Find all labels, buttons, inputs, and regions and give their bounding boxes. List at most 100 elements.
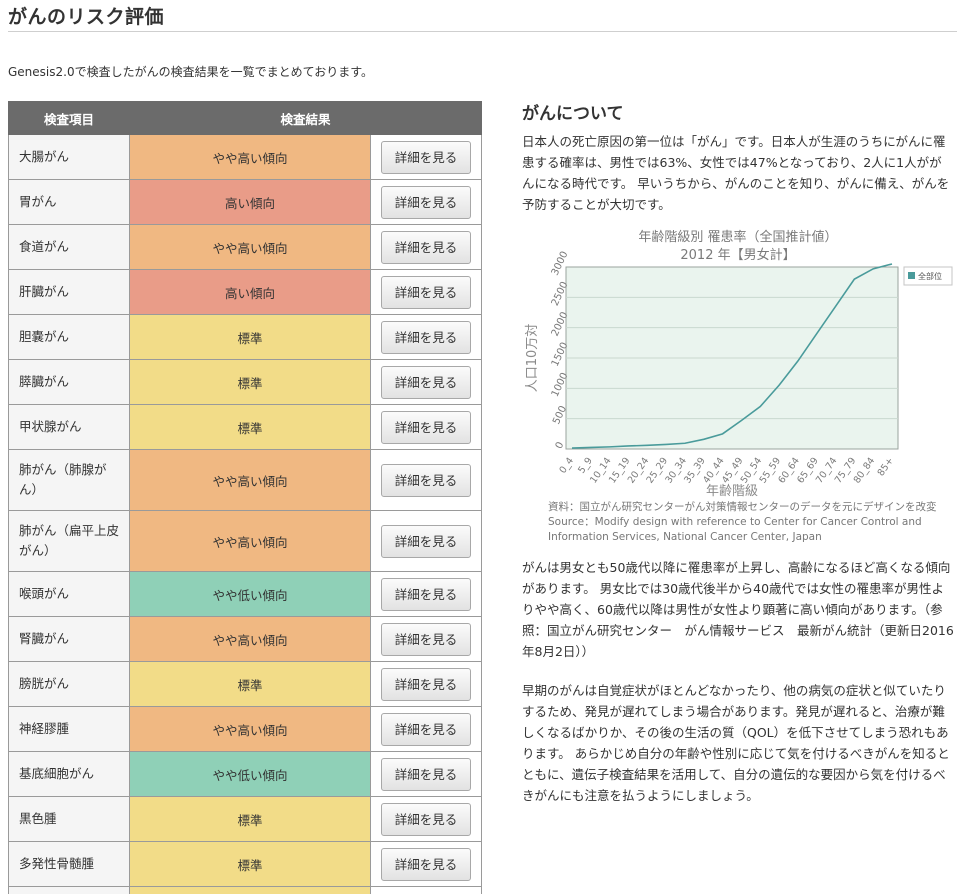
row-result: やや高い傾向	[129, 616, 371, 662]
view-details-button[interactable]: 詳細を見る	[381, 802, 471, 836]
row-item-name	[8, 886, 130, 894]
legend-swatch	[908, 272, 915, 279]
row-item-name: 甲状腺がん	[8, 404, 130, 450]
row-item-name: 食道がん	[8, 224, 130, 270]
table-row: 黒色腫 標準 詳細を見る	[8, 796, 482, 842]
table-row: 膀胱がん 標準 詳細を見る	[8, 661, 482, 707]
view-details-button[interactable]: 詳細を見る	[381, 667, 471, 701]
row-result: やや高い傾向	[129, 134, 371, 180]
table-row: 肺がん（扁平上皮がん） やや高い傾向 詳細を見る	[8, 510, 482, 572]
row-result: 標準	[129, 661, 371, 707]
view-details-button[interactable]: 詳細を見る	[381, 185, 471, 219]
about-paragraph-2: がんは男女とも50歳代以降に罹患率が上昇し、高齢になるほど高くなる傾向があります…	[522, 560, 954, 659]
row-item-name: 肺がん（扁平上皮がん）	[8, 510, 130, 572]
table-row: 神経膠腫 やや高い傾向 詳細を見る	[8, 706, 482, 752]
row-action: 詳細を見る	[370, 841, 482, 887]
row-action: 詳細を見る	[370, 134, 482, 180]
row-action: 詳細を見る	[370, 224, 482, 270]
results-body: 大腸がん やや高い傾向 詳細を見る 胃がん 高い傾向 詳細を見る 食道がん やや高い傾向 詳細を…	[8, 134, 482, 894]
row-item-name: 肝臓がん	[8, 269, 130, 315]
view-details-button[interactable]: 詳細を見る	[381, 140, 471, 174]
table-row: 膵臓がん 標準 詳細を見る	[8, 359, 482, 405]
row-result: 標準	[129, 841, 371, 887]
view-details-button[interactable]: 詳細を見る	[381, 275, 471, 309]
table-header-row: 検査項目 検査結果	[8, 101, 482, 135]
row-item-name: 腎臓がん	[8, 616, 130, 662]
row-item-name: 喉頭がん	[8, 571, 130, 617]
about-title: がんについて	[522, 104, 624, 124]
table-row: 腎臓がん やや高い傾向 詳細を見る	[8, 616, 482, 662]
row-item-name: 胃がん	[8, 179, 130, 225]
table-row: 基底細胞がん やや低い傾向 詳細を見る	[8, 751, 482, 797]
row-action: 詳細を見る	[370, 751, 482, 797]
row-action: 詳細を見る	[370, 314, 482, 360]
row-item-name: 胆嚢がん	[8, 314, 130, 360]
legend-label: 全部位	[918, 271, 942, 281]
chart-svg: 0500100015002000250030000_4 5_910_1415_19…	[525, 250, 953, 499]
view-details-button[interactable]: 詳細を見る	[381, 320, 471, 354]
row-result: やや高い傾向	[129, 510, 371, 572]
row-result: 高い傾向	[129, 179, 371, 225]
row-result	[129, 886, 371, 894]
row-action: 詳細を見る	[370, 449, 482, 511]
table-row: 大腸がん やや高い傾向 詳細を見る	[8, 134, 482, 180]
table-row-partial	[8, 886, 482, 894]
view-details-button[interactable]: 詳細を見る	[381, 577, 471, 611]
row-action: 詳細を見る	[370, 269, 482, 315]
row-action: 詳細を見る	[370, 571, 482, 617]
row-action: 詳細を見る	[370, 404, 482, 450]
row-item-name: 多発性骨髄腫	[8, 841, 130, 887]
table-row: 甲状腺がん 標準 詳細を見る	[8, 404, 482, 450]
table-row: 多発性骨髄腫 標準 詳細を見る	[8, 841, 482, 887]
page-title: がんのリスク評価	[8, 6, 165, 28]
view-details-button[interactable]: 詳細を見る	[381, 410, 471, 444]
row-action: 詳細を見る	[370, 359, 482, 405]
view-details-button[interactable]: 詳細を見る	[381, 463, 471, 497]
about-paragraph-1: 日本人の死亡原因の第一位は「がん」です。日本人が生涯のうちにがんに罹患する確率は…	[522, 134, 950, 212]
table-row: 食道がん やや高い傾向 詳細を見る	[8, 224, 482, 270]
view-details-button[interactable]: 詳細を見る	[381, 622, 471, 656]
row-item-name: 膵臓がん	[8, 359, 130, 405]
about-paragraph-3: 早期のがんは自覚症状がほとんどなかったり、他の病気の症状と似ていたりするため、発…	[522, 683, 950, 803]
row-item-name: 基底細胞がん	[8, 751, 130, 797]
row-result: やや高い傾向	[129, 706, 371, 752]
table-row: 肝臓がん 高い傾向 詳細を見る	[8, 269, 482, 315]
table-row: 肺がん（肺腺がん） やや高い傾向 詳細を見る	[8, 449, 482, 511]
table-row: 胆嚢がん 標準 詳細を見る	[8, 314, 482, 360]
row-action: 詳細を見る	[370, 179, 482, 225]
row-action: 詳細を見る	[370, 616, 482, 662]
row-action	[370, 886, 482, 894]
row-item-name: 肺がん（肺腺がん）	[8, 449, 130, 511]
view-details-button[interactable]: 詳細を見る	[381, 230, 471, 264]
row-result: やや高い傾向	[129, 449, 371, 511]
row-result: やや低い傾向	[129, 571, 371, 617]
x-axis-label: 年齢階級	[706, 484, 758, 499]
title-divider	[8, 31, 957, 32]
incidence-chart: 年齢階級別 罹患率（全国推計値） 2012 年【男女計】 0 500 1000 150…	[518, 224, 958, 544]
y-tick-label: 0	[554, 440, 567, 450]
view-details-button[interactable]: 詳細を見る	[381, 757, 471, 791]
row-item-name: 黒色腫	[8, 796, 130, 842]
row-result: やや低い傾向	[129, 751, 371, 797]
y-axis-label: 人口10万対	[525, 324, 540, 393]
results-table: 検査項目 検査結果 大腸がん やや高い傾向 詳細を見る 胃がん 高い傾向 詳細を見る 食道が…	[8, 101, 482, 894]
view-details-button[interactable]: 詳細を見る	[381, 847, 471, 881]
row-action: 詳細を見る	[370, 661, 482, 707]
row-result: 標準	[129, 359, 371, 405]
row-action: 詳細を見る	[370, 510, 482, 572]
row-result: やや高い傾向	[129, 224, 371, 270]
chart-source-en: Source：Modify design with reference to C…	[548, 516, 922, 543]
row-item-name: 膀胱がん	[8, 661, 130, 707]
view-details-button[interactable]: 詳細を見る	[381, 524, 471, 558]
x-tick-label: 85+	[876, 456, 897, 479]
header-item: 検査項目	[8, 101, 130, 135]
intro-text: Genesis2.0で検査したがんの検査結果を一覧でまとめております。	[8, 65, 374, 79]
view-details-button[interactable]: 詳細を見る	[381, 365, 471, 399]
row-result: 標準	[129, 404, 371, 450]
chart-source-ja: 資料：国立がん研究センターがん対策情報センターのデータを元にデザインを改変	[548, 501, 937, 513]
header-result: 検査結果	[129, 101, 482, 135]
row-action: 詳細を見る	[370, 796, 482, 842]
view-details-button[interactable]: 詳細を見る	[381, 712, 471, 746]
row-result: 高い傾向	[129, 269, 371, 315]
row-item-name: 神経膠腫	[8, 706, 130, 752]
